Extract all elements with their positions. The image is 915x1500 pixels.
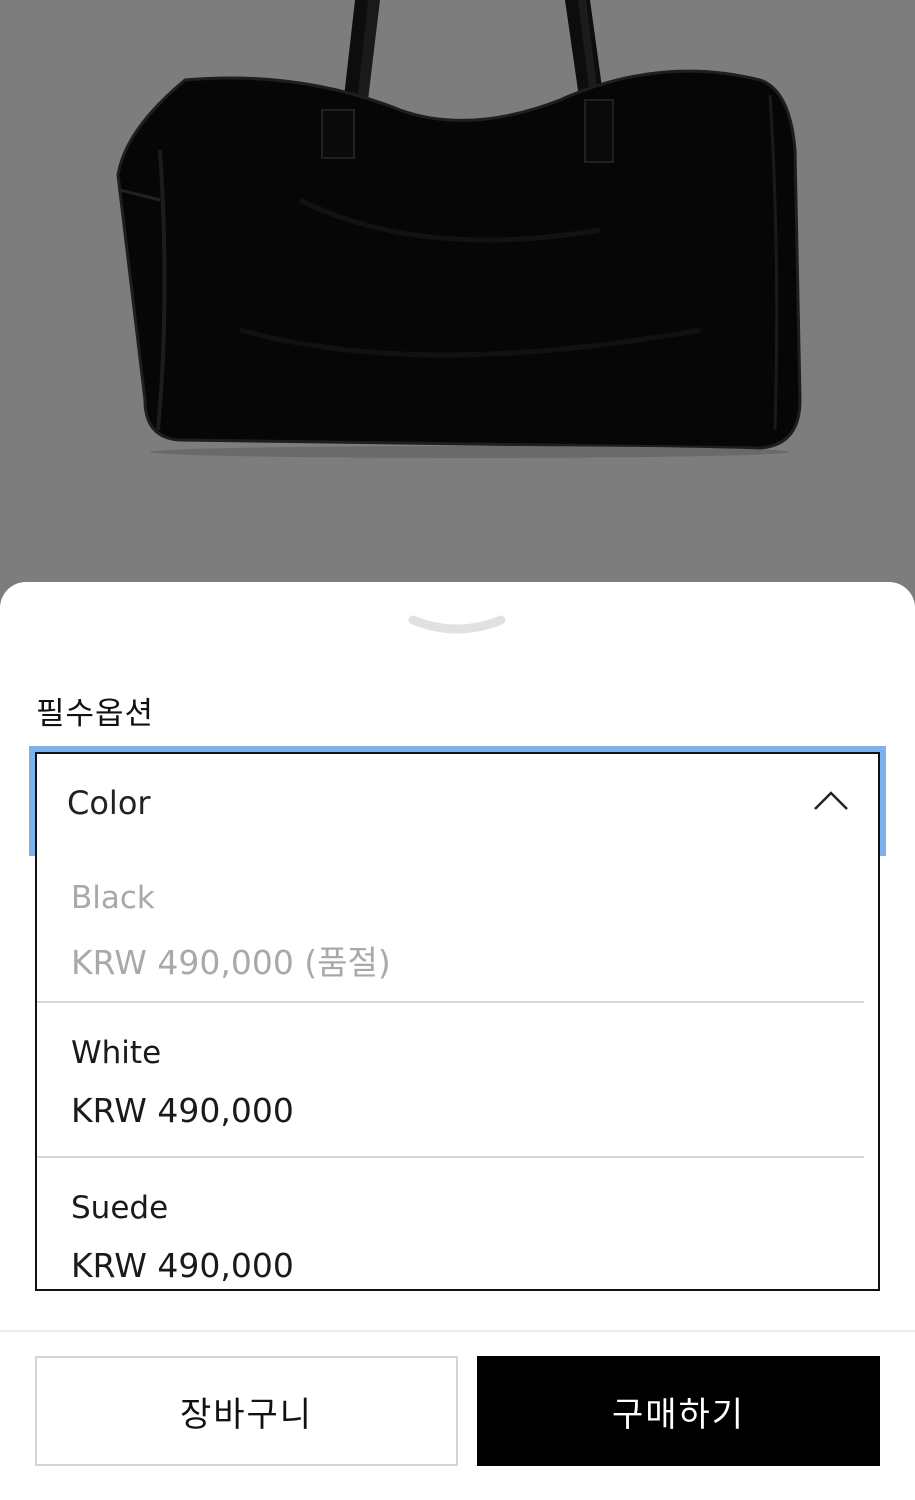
- product-image: [0, 0, 915, 600]
- option-white[interactable]: White KRW 490,000: [37, 1003, 864, 1158]
- option-suede[interactable]: Suede KRW 490,000: [37, 1158, 864, 1289]
- required-options-label: 필수옵션: [36, 696, 155, 732]
- option-name: White: [71, 1035, 162, 1071]
- option-price: KRW 490,000 (품절): [71, 943, 391, 982]
- bag-illustration: [116, 0, 802, 458]
- footer-divider: [0, 1330, 915, 1332]
- color-options-list: Black KRW 490,000 (품절) White KRW 490,000…: [35, 848, 880, 1291]
- option-name: Black: [71, 880, 155, 916]
- option-price: KRW 490,000: [71, 1246, 294, 1285]
- sheet-collapse-handle-icon[interactable]: [405, 610, 509, 644]
- option-price: KRW 490,000: [71, 1091, 294, 1130]
- color-select[interactable]: Color: [35, 752, 880, 850]
- chevron-up-icon: [814, 791, 848, 810]
- select-value: Color: [67, 784, 151, 822]
- option-black[interactable]: Black KRW 490,000 (품절): [37, 848, 864, 1003]
- add-to-cart-button[interactable]: 장바구니: [35, 1356, 458, 1466]
- buy-now-button[interactable]: 구매하기: [477, 1356, 880, 1466]
- option-name: Suede: [71, 1190, 169, 1226]
